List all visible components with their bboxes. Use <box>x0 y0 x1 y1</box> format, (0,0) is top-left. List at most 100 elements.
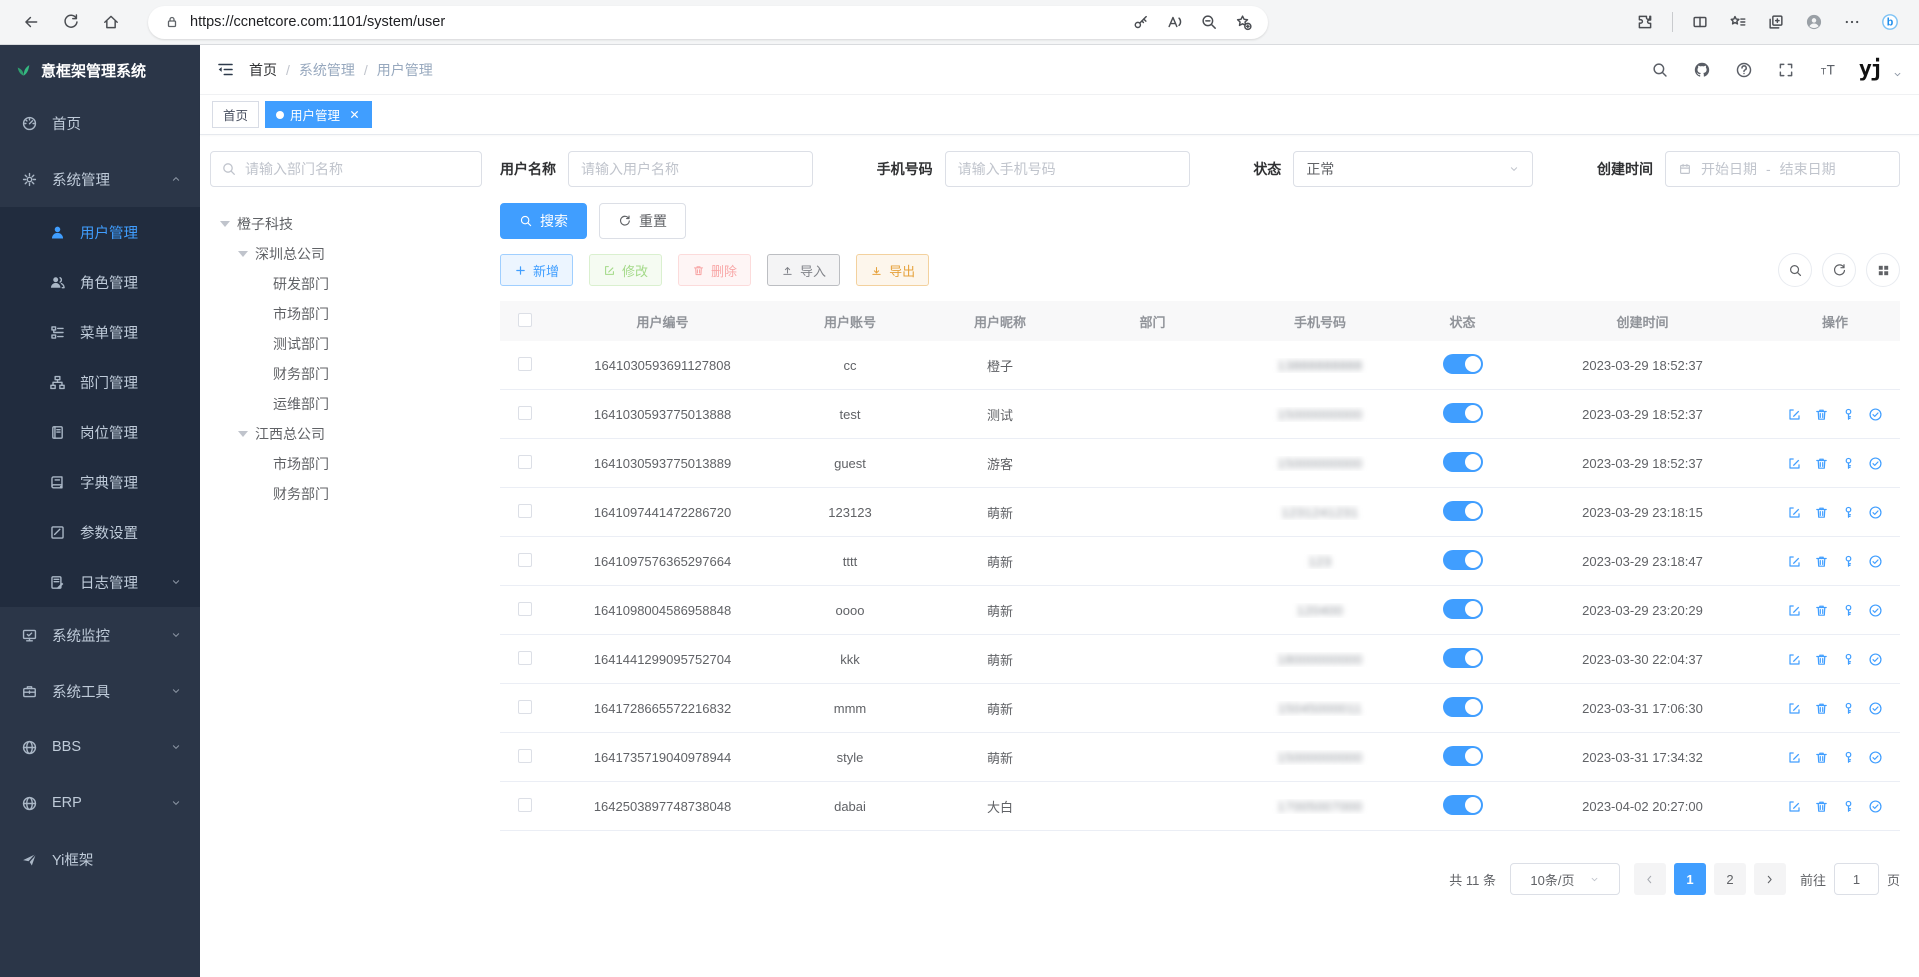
question-button[interactable] <box>1728 54 1760 86</box>
grid-circle-button[interactable] <box>1866 253 1900 287</box>
tree-node[interactable]: 市场部门 <box>210 449 490 479</box>
dept-search-input[interactable] <box>245 161 471 177</box>
split-screen-button[interactable] <box>1685 7 1715 37</box>
edit-icon[interactable] <box>1787 652 1802 667</box>
circle-check-icon[interactable] <box>1868 407 1883 422</box>
tab-用户管理[interactable]: 用户管理 <box>265 101 372 128</box>
circle-check-icon[interactable] <box>1868 456 1883 471</box>
tree-node[interactable]: 财务部门 <box>210 359 490 389</box>
sidebar-item-param[interactable]: 参数设置 <box>0 507 200 557</box>
key2-icon[interactable] <box>1841 799 1856 814</box>
sidebar-item-post[interactable]: 岗位管理 <box>0 407 200 457</box>
tree-node[interactable]: 江西总公司 <box>210 419 490 449</box>
tree-node[interactable]: 研发部门 <box>210 269 490 299</box>
status-toggle[interactable] <box>1443 697 1483 717</box>
status-select[interactable]: 正常 <box>1293 151 1533 187</box>
delete-button[interactable]: 删除 <box>678 254 751 286</box>
status-toggle[interactable] <box>1443 648 1483 668</box>
dept-search-box[interactable] <box>210 151 482 187</box>
fullscreen-button[interactable] <box>1770 54 1802 86</box>
status-toggle[interactable] <box>1443 354 1483 374</box>
row-checkbox[interactable] <box>518 798 532 812</box>
search-button[interactable]: 搜索 <box>500 203 587 239</box>
key2-icon[interactable] <box>1841 407 1856 422</box>
sidebar-item-erp[interactable]: ERP <box>0 775 200 831</box>
circle-check-icon[interactable] <box>1868 603 1883 618</box>
sidebar-item-home[interactable]: 首页 <box>0 95 200 151</box>
trash-icon[interactable] <box>1814 603 1829 618</box>
edit-button[interactable]: 修改 <box>589 254 662 286</box>
username-input[interactable] <box>581 161 800 177</box>
search-circle-button[interactable] <box>1778 253 1812 287</box>
key2-icon[interactable] <box>1841 603 1856 618</box>
row-checkbox[interactable] <box>518 602 532 616</box>
select-all-checkbox[interactable] <box>518 313 532 327</box>
key2-icon[interactable] <box>1841 750 1856 765</box>
export-button[interactable]: 导出 <box>856 254 929 286</box>
sidebar-item-menu[interactable]: 菜单管理 <box>0 307 200 357</box>
circle-check-icon[interactable] <box>1868 701 1883 716</box>
row-checkbox[interactable] <box>518 357 532 371</box>
circle-check-icon[interactable] <box>1868 505 1883 520</box>
tree-expand-caret[interactable] <box>220 221 230 227</box>
trash-icon[interactable] <box>1814 554 1829 569</box>
page-size-select[interactable]: 10条/页 <box>1510 863 1620 895</box>
circle-check-icon[interactable] <box>1868 799 1883 814</box>
sidebar-item-yiframe[interactable]: Yi框架 <box>0 831 200 887</box>
app-logo[interactable]: 意框架管理系统 <box>0 45 200 95</box>
breadcrumb-item[interactable]: 首页 <box>249 60 277 80</box>
trash-icon[interactable] <box>1814 456 1829 471</box>
trash-icon[interactable] <box>1814 799 1829 814</box>
row-checkbox[interactable] <box>518 651 532 665</box>
sidebar-item-role[interactable]: 角色管理 <box>0 257 200 307</box>
trash-icon[interactable] <box>1814 505 1829 520</box>
tree-node[interactable]: 市场部门 <box>210 299 490 329</box>
date-range-picker[interactable]: 开始日期 - 结束日期 <box>1665 151 1900 187</box>
edit-icon[interactable] <box>1787 554 1802 569</box>
goto-page-input[interactable] <box>1834 863 1879 895</box>
tree-expand-caret[interactable] <box>238 251 248 257</box>
trash-icon[interactable] <box>1814 701 1829 716</box>
key2-icon[interactable] <box>1841 505 1856 520</box>
tree-node[interactable]: 测试部门 <box>210 329 490 359</box>
row-checkbox[interactable] <box>518 700 532 714</box>
circle-check-icon[interactable] <box>1868 750 1883 765</box>
favorite-add-button[interactable] <box>1228 7 1258 37</box>
sidebar-item-monitor[interactable]: 系统监控 <box>0 607 200 663</box>
edit-icon[interactable] <box>1787 701 1802 716</box>
tree-node[interactable]: 运维部门 <box>210 389 490 419</box>
status-toggle[interactable] <box>1443 452 1483 472</box>
profile-button[interactable] <box>1799 7 1829 37</box>
status-toggle[interactable] <box>1443 599 1483 619</box>
tab-首页[interactable]: 首页 <box>212 101 259 128</box>
row-checkbox[interactable] <box>518 455 532 469</box>
copilot-button[interactable]: b <box>1875 7 1905 37</box>
edit-icon[interactable] <box>1787 750 1802 765</box>
row-checkbox[interactable] <box>518 749 532 763</box>
sidebar-item-dept[interactable]: 部门管理 <box>0 357 200 407</box>
url-text[interactable]: https://ccnetcore.com:1101/system/user <box>190 14 1126 30</box>
circle-check-icon[interactable] <box>1868 554 1883 569</box>
sidebar-item-bbs[interactable]: BBS <box>0 719 200 775</box>
status-toggle[interactable] <box>1443 501 1483 521</box>
trash-icon[interactable] <box>1814 652 1829 667</box>
favorites-bar-button[interactable] <box>1723 7 1753 37</box>
page-button-2[interactable]: 2 <box>1714 863 1746 895</box>
zoom-out-button[interactable] <box>1194 7 1224 37</box>
status-toggle[interactable] <box>1443 746 1483 766</box>
key-button[interactable] <box>1126 7 1156 37</box>
home-button[interactable] <box>94 5 128 39</box>
row-checkbox[interactable] <box>518 504 532 518</box>
back-button[interactable] <box>14 5 48 39</box>
tree-node[interactable]: 财务部门 <box>210 479 490 509</box>
add-button[interactable]: 新增 <box>500 254 573 286</box>
trash-icon[interactable] <box>1814 750 1829 765</box>
reset-button[interactable]: 重置 <box>599 203 686 239</box>
font-size-button[interactable]: TT <box>1812 54 1844 86</box>
status-toggle[interactable] <box>1443 795 1483 815</box>
next-page-button[interactable] <box>1754 863 1786 895</box>
sidebar-fold-icon[interactable] <box>216 60 235 79</box>
search-button[interactable] <box>1644 54 1676 86</box>
more-button[interactable] <box>1837 7 1867 37</box>
key2-icon[interactable] <box>1841 652 1856 667</box>
